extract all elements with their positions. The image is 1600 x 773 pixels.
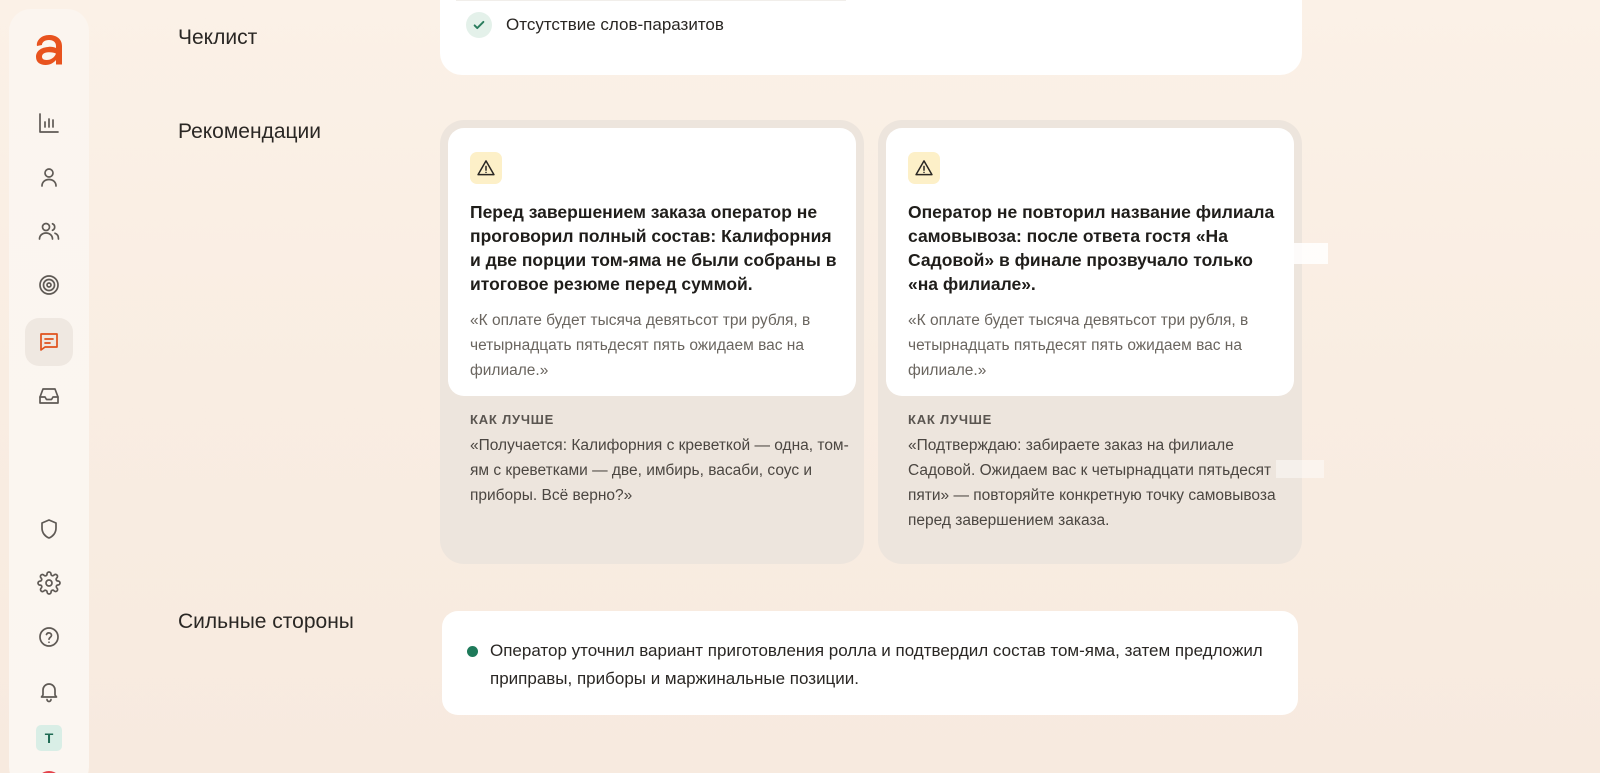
- recommendation-card: Перед завершением заказа оператор не про…: [440, 120, 864, 564]
- bullet-dot: [467, 646, 478, 657]
- gear-icon: [37, 571, 61, 595]
- strengths-section-title: Сильные стороны: [178, 610, 354, 633]
- sidebar-item-dialogs[interactable]: [25, 318, 73, 366]
- strength-text: Оператор уточнил вариант приготовления р…: [490, 641, 1263, 688]
- target-icon: [39, 275, 59, 295]
- overlay-artifact: [1262, 243, 1328, 264]
- better-label: КАК ЛУЧШЕ: [908, 412, 993, 427]
- help-icon: [39, 627, 59, 647]
- user-initial: T: [44, 730, 54, 746]
- recommendation-heading: Перед завершением заказа оператор не про…: [470, 202, 837, 294]
- recommendation-issue-card: Перед завершением заказа оператор не про…: [448, 128, 856, 396]
- inbox-icon: [39, 388, 59, 404]
- better-text: «Подтверждаю: забираете заказ на филиале…: [908, 437, 1276, 529]
- sidebar-item-help[interactable]: [25, 613, 73, 661]
- sidebar-item-notifications[interactable]: [25, 667, 73, 715]
- message-icon: [40, 333, 58, 351]
- sidebar-item-profile[interactable]: [25, 153, 73, 201]
- better-text: «Получается: Калифорния с креветкой — од…: [470, 437, 849, 504]
- recommendation-issue-card: Оператор не повторил название филиала са…: [886, 128, 1294, 396]
- sidebar-item-analytics[interactable]: [25, 99, 73, 147]
- warning-icon: [908, 152, 940, 184]
- checklist-item-label: Отсутствие слов-паразитов: [506, 15, 724, 34]
- better-label: КАК ЛУЧШЕ: [470, 412, 555, 427]
- sidebar-item-team[interactable]: [25, 207, 73, 255]
- recommendations-section-title: Рекомендации: [178, 120, 322, 143]
- app-logo-icon[interactable]: [33, 33, 65, 67]
- sidebar: T: [9, 9, 89, 773]
- recommendation-heading: Оператор не повторил название филиала са…: [908, 202, 1275, 294]
- checklist-item: Отсутствие слов-паразитов: [466, 12, 724, 38]
- recommendation-quote: «К оплате будет тысяча девятьсот три руб…: [908, 312, 1249, 379]
- recommendation-card: Оператор не повторил название филиала са…: [878, 120, 1302, 564]
- sidebar-item-security[interactable]: [25, 505, 73, 553]
- sidebar-item-settings[interactable]: [25, 559, 73, 607]
- recommendation-quote: «К оплате будет тысяча девятьсот три руб…: [470, 312, 811, 379]
- divider: [456, 0, 846, 1]
- sidebar-item-inbox[interactable]: [25, 372, 73, 420]
- check-icon: [466, 12, 492, 38]
- bar-chart-icon: [39, 113, 59, 133]
- checklist-section-title: Чеклист: [178, 26, 258, 49]
- bell-icon: [40, 683, 58, 703]
- shield-icon: [41, 519, 57, 539]
- user-avatar[interactable]: T: [36, 725, 62, 751]
- overlay-artifact: [1276, 460, 1324, 478]
- strength-item: Оператор уточнил вариант приготовления р…: [467, 637, 1267, 693]
- sidebar-item-goals[interactable]: [25, 261, 73, 309]
- warning-icon: [470, 152, 502, 184]
- user-icon: [41, 168, 57, 187]
- users-icon: [38, 222, 60, 240]
